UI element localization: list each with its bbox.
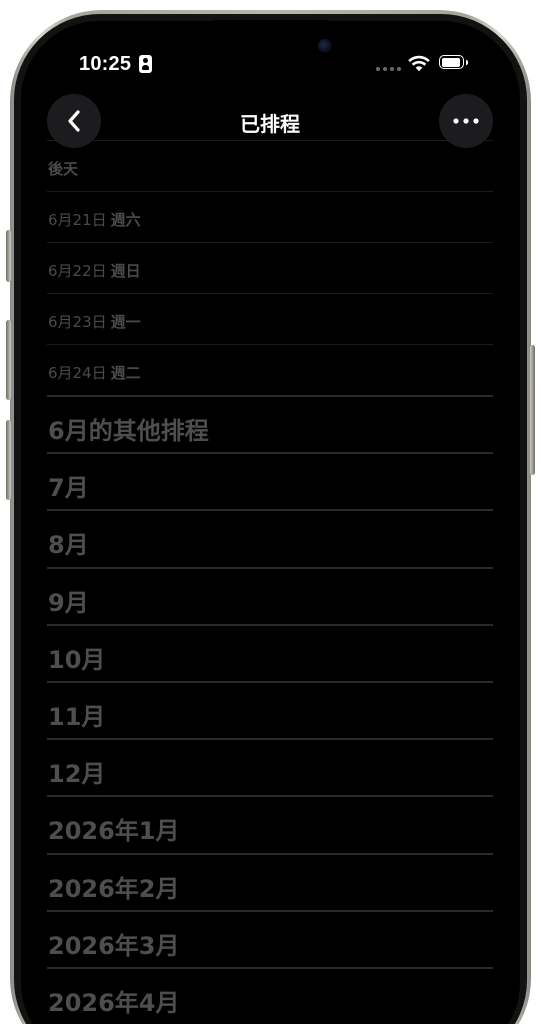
section-label: 11月 [48,702,106,731]
section-label: 2026年1月 [48,817,180,846]
section-row[interactable]: 2026年2月 [47,852,493,910]
day-row[interactable]: 6月24日 週二 [47,344,493,395]
day-row[interactable]: 6月21日 週六 [47,191,493,242]
contact-card-icon [139,55,152,73]
day-weekday: 週二 [110,364,141,382]
day-row[interactable]: 6月23日 週一 [47,293,493,344]
section-row[interactable]: 7月 [47,452,493,509]
day-row[interactable]: 後天 [47,140,493,191]
action-button [6,230,11,282]
side-button [530,345,535,475]
chevron-left-icon [68,110,80,132]
section-row[interactable]: 6月的其他排程 [47,395,493,452]
section-label: 9月 [48,588,89,617]
wifi-icon [407,55,431,76]
front-camera-icon [318,39,332,53]
day-label: 6月21日 週六 [48,209,141,230]
section-row[interactable]: 9月 [47,566,493,624]
day-label: 6月23日 週一 [48,311,141,332]
section-row[interactable]: 2026年4月 [47,966,493,1024]
page: 10:25 已排程 後天 6月21日 週六 6月22日 週日 6月23日 週一 … [0,0,541,1024]
status-time: 10:25 [79,53,132,75]
section-label: 8月 [48,531,89,560]
section-label: 2026年2月 [48,874,180,903]
section-label: 2026年4月 [48,988,180,1017]
volume-up-button [6,320,11,400]
section-row[interactable]: 8月 [47,509,493,566]
volume-down-button [6,420,11,500]
day-weekday: 週六 [110,211,141,229]
day-label: 6月24日 週二 [48,362,141,383]
section-row[interactable]: 2026年3月 [47,909,493,967]
day-date: 6月23日 [48,313,107,331]
day-date: 6月24日 [48,364,107,382]
section-label: 2026年3月 [48,931,180,960]
day-weekday: 週日 [110,262,141,280]
section-label: 12月 [48,760,106,789]
cellular-signal-icon [376,67,401,71]
dynamic-island [190,20,350,74]
section-row[interactable]: 10月 [47,623,493,681]
day-label: 後天 [48,160,79,178]
section-row[interactable]: 2026年1月 [47,795,493,852]
section-label: 10月 [48,645,106,674]
ellipsis-icon [453,118,479,124]
section-label: 7月 [48,474,89,503]
day-date: 6月22日 [48,262,107,280]
scheduled-list: 後天 6月21日 週六 6月22日 週日 6月23日 週一 6月24日 週二 6月的其他… [47,140,493,1024]
day-label: 6月22日 週日 [48,260,141,281]
section-row[interactable]: 11月 [47,680,493,738]
day-weekday: 週一 [110,313,141,331]
battery-icon [439,55,469,71]
page-title: 已排程 [240,112,300,136]
day-row[interactable]: 6月22日 週日 [47,242,493,293]
section-row[interactable]: 12月 [47,738,493,795]
day-date: 6月21日 [48,211,107,229]
section-label: 6月的其他排程 [48,417,209,445]
